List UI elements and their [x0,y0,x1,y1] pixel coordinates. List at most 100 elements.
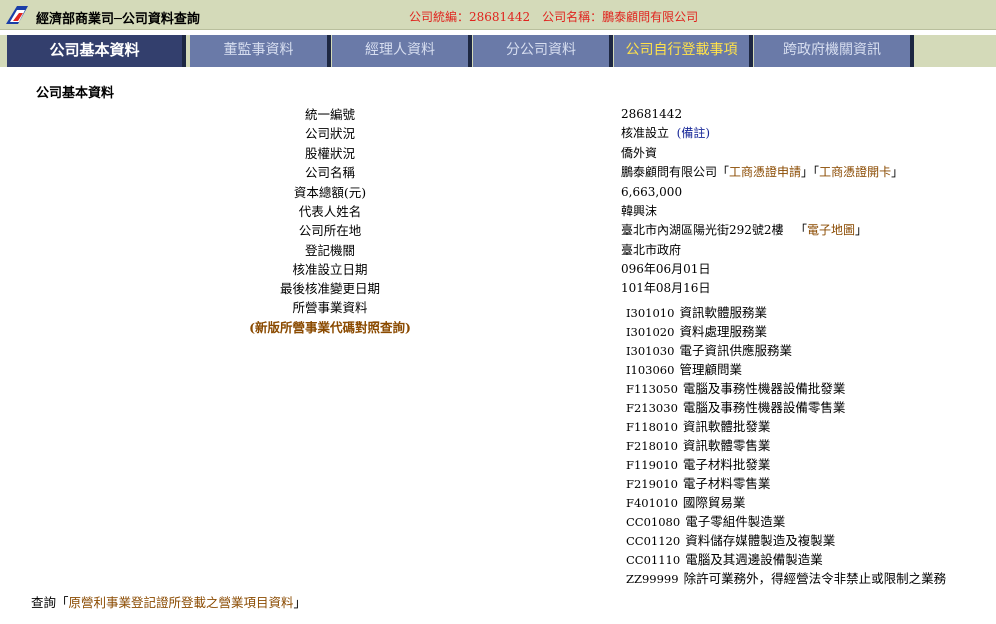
business-code: F118010 [626,420,678,434]
business-item: F401010 國際貿易業 [626,493,745,513]
row-approved-date: 核准設立日期 096年06月01日 [0,260,996,279]
business-item: CC01110 電腦及其週邊設備製造業 [626,550,823,570]
tab-branches[interactable]: 分公司資料 [473,35,613,67]
business-desc: 資訊軟體服務業 [679,305,767,320]
row-changed-date: 最後核准變更日期 101年08月16日 [0,279,996,298]
moea-logo-icon [6,6,28,24]
cert-activate-link[interactable]: 工商憑證開卡 [819,165,891,179]
business-code: F213030 [626,401,678,415]
tab-company-basic[interactable]: 公司基本資料 [7,35,186,67]
business-item: F213030 電腦及事務性機器設備零售業 [626,398,845,418]
value-equity: 僑外資 [621,146,658,160]
label-authority: 登記機關 [304,243,355,258]
business-code: CC01120 [626,534,681,548]
label-tax-id: 統一編號 [304,107,355,122]
row-address: 公司所在地 臺北市內湖區陽光街292號2樓 「電子地圖」 [0,221,996,240]
header-bar: 經濟部商業司─公司資料查詢 公司統編：28681442 公司名稱：鵬泰顧問有限公司 [0,0,996,30]
row-business: 所營事業資料 [0,298,996,317]
original-registration-link[interactable]: 原營利事業登記證所登載之營業項目資料 [69,595,294,610]
value-tax-id: 28681442 [621,107,683,121]
footer-query: 查詢「原營利事業登記證所登載之營業項目資料」 [31,595,307,610]
row-capital: 資本總額(元) 6,663,000 [0,183,996,202]
business-desc: 資料處理服務業 [679,324,767,339]
business-item: F218010 資訊軟體零售業 [626,436,770,456]
label-approved-date: 核准設立日期 [292,262,368,277]
business-code: F219010 [626,477,678,491]
row-company-name: 公司名稱 鵬泰顧問有限公司「工商憑證申請」「工商憑證開卡」 [0,163,996,182]
tab-directors[interactable]: 董監事資料 [190,35,331,67]
cert-apply-link[interactable]: 工商憑證申請 [729,165,801,179]
row-tax-id: 統一編號 28681442 [0,105,996,124]
section-title: 公司基本資料 [36,86,115,101]
status-note-link[interactable]: (備註) [677,126,710,140]
tab-self-registered[interactable]: 公司自行登載事項 [614,35,753,67]
business-code: F401010 [626,496,678,510]
tab-managers[interactable]: 經理人資料 [332,35,472,67]
business-code: CC01080 [626,515,681,529]
row-equity: 股權狀況 僑外資 [0,144,996,163]
business-desc: 除許可業務外，得經營法令非禁止或限制之業務 [683,571,947,586]
business-code: I301030 [626,344,675,358]
business-code: I301020 [626,325,675,339]
business-desc: 管理顧問業 [679,362,742,377]
row-authority: 登記機關 臺北市政府 [0,241,996,260]
business-item: F219010 電子材料零售業 [626,474,770,494]
label-representative: 代表人姓名 [298,204,362,219]
business-code: I103060 [626,363,675,377]
company-name-label: 公司名稱： [542,10,603,24]
company-no: 28681442 [469,10,531,24]
business-item: CC01080 電子零組件製造業 [626,512,785,532]
value-capital: 6,663,000 [621,185,683,199]
label-status: 公司狀況 [304,126,355,141]
business-item: I301010 資訊軟體服務業 [626,303,767,323]
business-desc: 電子材料零售業 [682,476,771,491]
label-changed-date: 最後核准變更日期 [279,281,380,296]
address-text: 臺北市內湖區陽光街292號2樓 [621,223,784,237]
value-authority: 臺北市政府 [621,243,682,257]
business-code: F113050 [626,382,678,396]
value-address: 臺北市內湖區陽光街292號2樓 「電子地圖」 [621,223,868,237]
row-status: 公司狀況 核准設立 (備註) [0,124,996,143]
business-item: F113050 電腦及事務性機器設備批發業 [626,379,845,399]
business-desc: 電子材料批發業 [682,457,771,472]
label-equity: 股權狀況 [304,146,355,161]
business-desc: 電腦及事務性機器設備零售業 [682,400,846,415]
business-desc: 電腦及事務性機器設備批發業 [682,381,846,396]
business-item: ZZ99999 除許可業務外，得經營法令非禁止或限制之業務 [626,569,946,589]
value-company-name: 鵬泰顧問有限公司「工商憑證申請」「工商憑證開卡」 [621,165,904,179]
label-capital: 資本總額(元) [293,185,367,200]
app-title: 經濟部商業司─公司資料查詢 [36,12,200,27]
business-desc: 電子零組件製造業 [685,514,786,529]
business-item: I301030 電子資訊供應服務業 [626,341,792,361]
business-item: F118010 資訊軟體批發業 [626,417,770,437]
business-code: CC01110 [626,553,681,567]
status-text: 核准設立 [621,126,670,140]
company-name-text: 鵬泰顧問有限公司 [621,165,718,179]
business-desc: 資訊軟體批發業 [682,419,771,434]
label-company-name: 公司名稱 [304,165,355,180]
tab-cross-government[interactable]: 跨政府機關資訊 [754,35,914,67]
map-link[interactable]: 電子地圖 [807,223,855,237]
business-desc: 國際貿易業 [682,495,746,510]
business-desc: 資料儲存媒體製造及複製業 [685,533,836,548]
company-summary: 公司統編：28681442 公司名稱：鵬泰顧問有限公司 [409,8,698,25]
label-address: 公司所在地 [298,223,362,238]
business-code: I301010 [626,306,675,320]
business-item: F119010 電子材料批發業 [626,455,770,475]
business-item: CC01120 資料儲存媒體製造及複製業 [626,531,835,551]
company-no-label: 公司統編： [409,10,470,24]
business-code: F218010 [626,439,678,453]
business-desc: 電子資訊供應服務業 [679,343,792,358]
value-approved-date: 096年06月01日 [621,262,711,276]
value-changed-date: 101年08月16日 [621,281,711,295]
business-item: I301020 資料處理服務業 [626,322,767,342]
company-name: 鵬泰顧問有限公司 [602,10,699,24]
business-code: F119010 [626,458,678,472]
row-representative: 代表人姓名 韓興沫 [0,202,996,221]
footer-prefix: 查詢 [31,595,57,610]
business-item: I103060 管理顧問業 [626,360,742,380]
tab-bar: 公司基本資料 董監事資料 經理人資料 分公司資料 公司自行登載事項 跨政府機關資… [0,35,996,67]
value-representative: 韓興沫 [621,204,658,218]
business-code-lookup-link[interactable]: (新版所營事業代碼對照查詢) [180,317,480,336]
business-code: ZZ99999 [626,572,679,586]
